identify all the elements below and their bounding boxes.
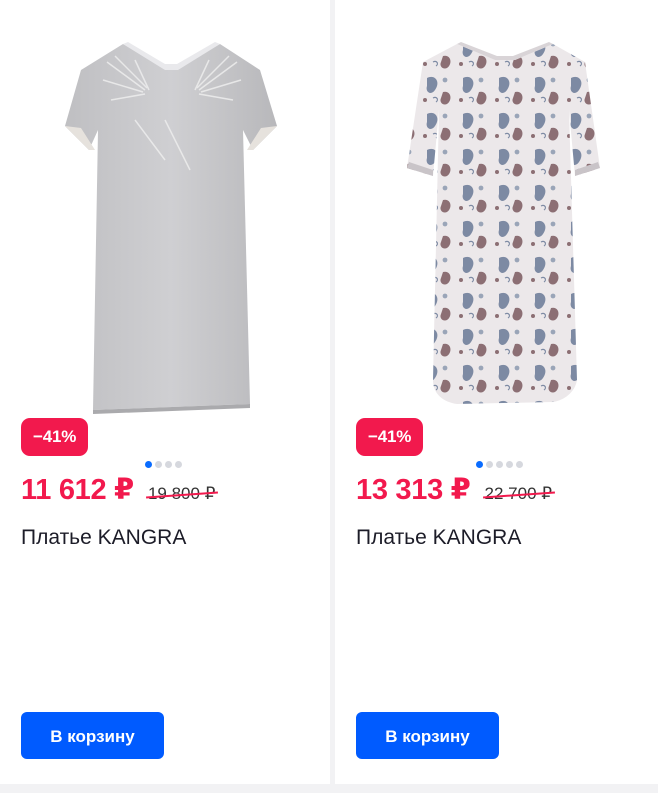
- pagination-dot[interactable]: [145, 461, 152, 468]
- discount-badge: −41%: [21, 418, 89, 456]
- product-title[interactable]: Платье KANGRA: [356, 526, 521, 550]
- image-pagination-dots[interactable]: [145, 461, 182, 468]
- discount-badge: −41%: [356, 418, 424, 456]
- pagination-dot[interactable]: [506, 461, 513, 468]
- price-row: 11 612 ₽ 19 800 ₽: [21, 472, 215, 507]
- old-price: 19 800 ₽: [147, 484, 216, 503]
- product-title[interactable]: Платье KANGRA: [21, 526, 186, 550]
- price-row: 13 313 ₽ 22 700 ₽: [356, 472, 552, 507]
- pagination-dot[interactable]: [155, 461, 162, 468]
- grey-dress-image[interactable]: [0, 0, 330, 430]
- pagination-dot[interactable]: [476, 461, 483, 468]
- current-price: 11 612 ₽: [21, 474, 134, 506]
- pagination-dot[interactable]: [165, 461, 172, 468]
- product-card[interactable]: −41% 11 612 ₽ 19 800 ₽ Платье KANGRA В к…: [0, 0, 330, 784]
- pagination-dot[interactable]: [496, 461, 503, 468]
- paisley-dress-image[interactable]: [335, 0, 658, 430]
- product-grid: −41% 11 612 ₽ 19 800 ₽ Платье KANGRA В к…: [0, 0, 658, 793]
- pagination-dot[interactable]: [486, 461, 493, 468]
- old-price: 22 700 ₽: [484, 484, 553, 503]
- add-to-cart-button[interactable]: В корзину: [356, 712, 499, 759]
- current-price: 13 313 ₽: [356, 474, 471, 506]
- product-card[interactable]: −41% 13 313 ₽ 22 700 ₽ Платье KANGRA В к…: [335, 0, 658, 784]
- add-to-cart-button[interactable]: В корзину: [21, 712, 164, 759]
- image-pagination-dots[interactable]: [476, 461, 523, 468]
- pagination-dot[interactable]: [175, 461, 182, 468]
- pagination-dot[interactable]: [516, 461, 523, 468]
